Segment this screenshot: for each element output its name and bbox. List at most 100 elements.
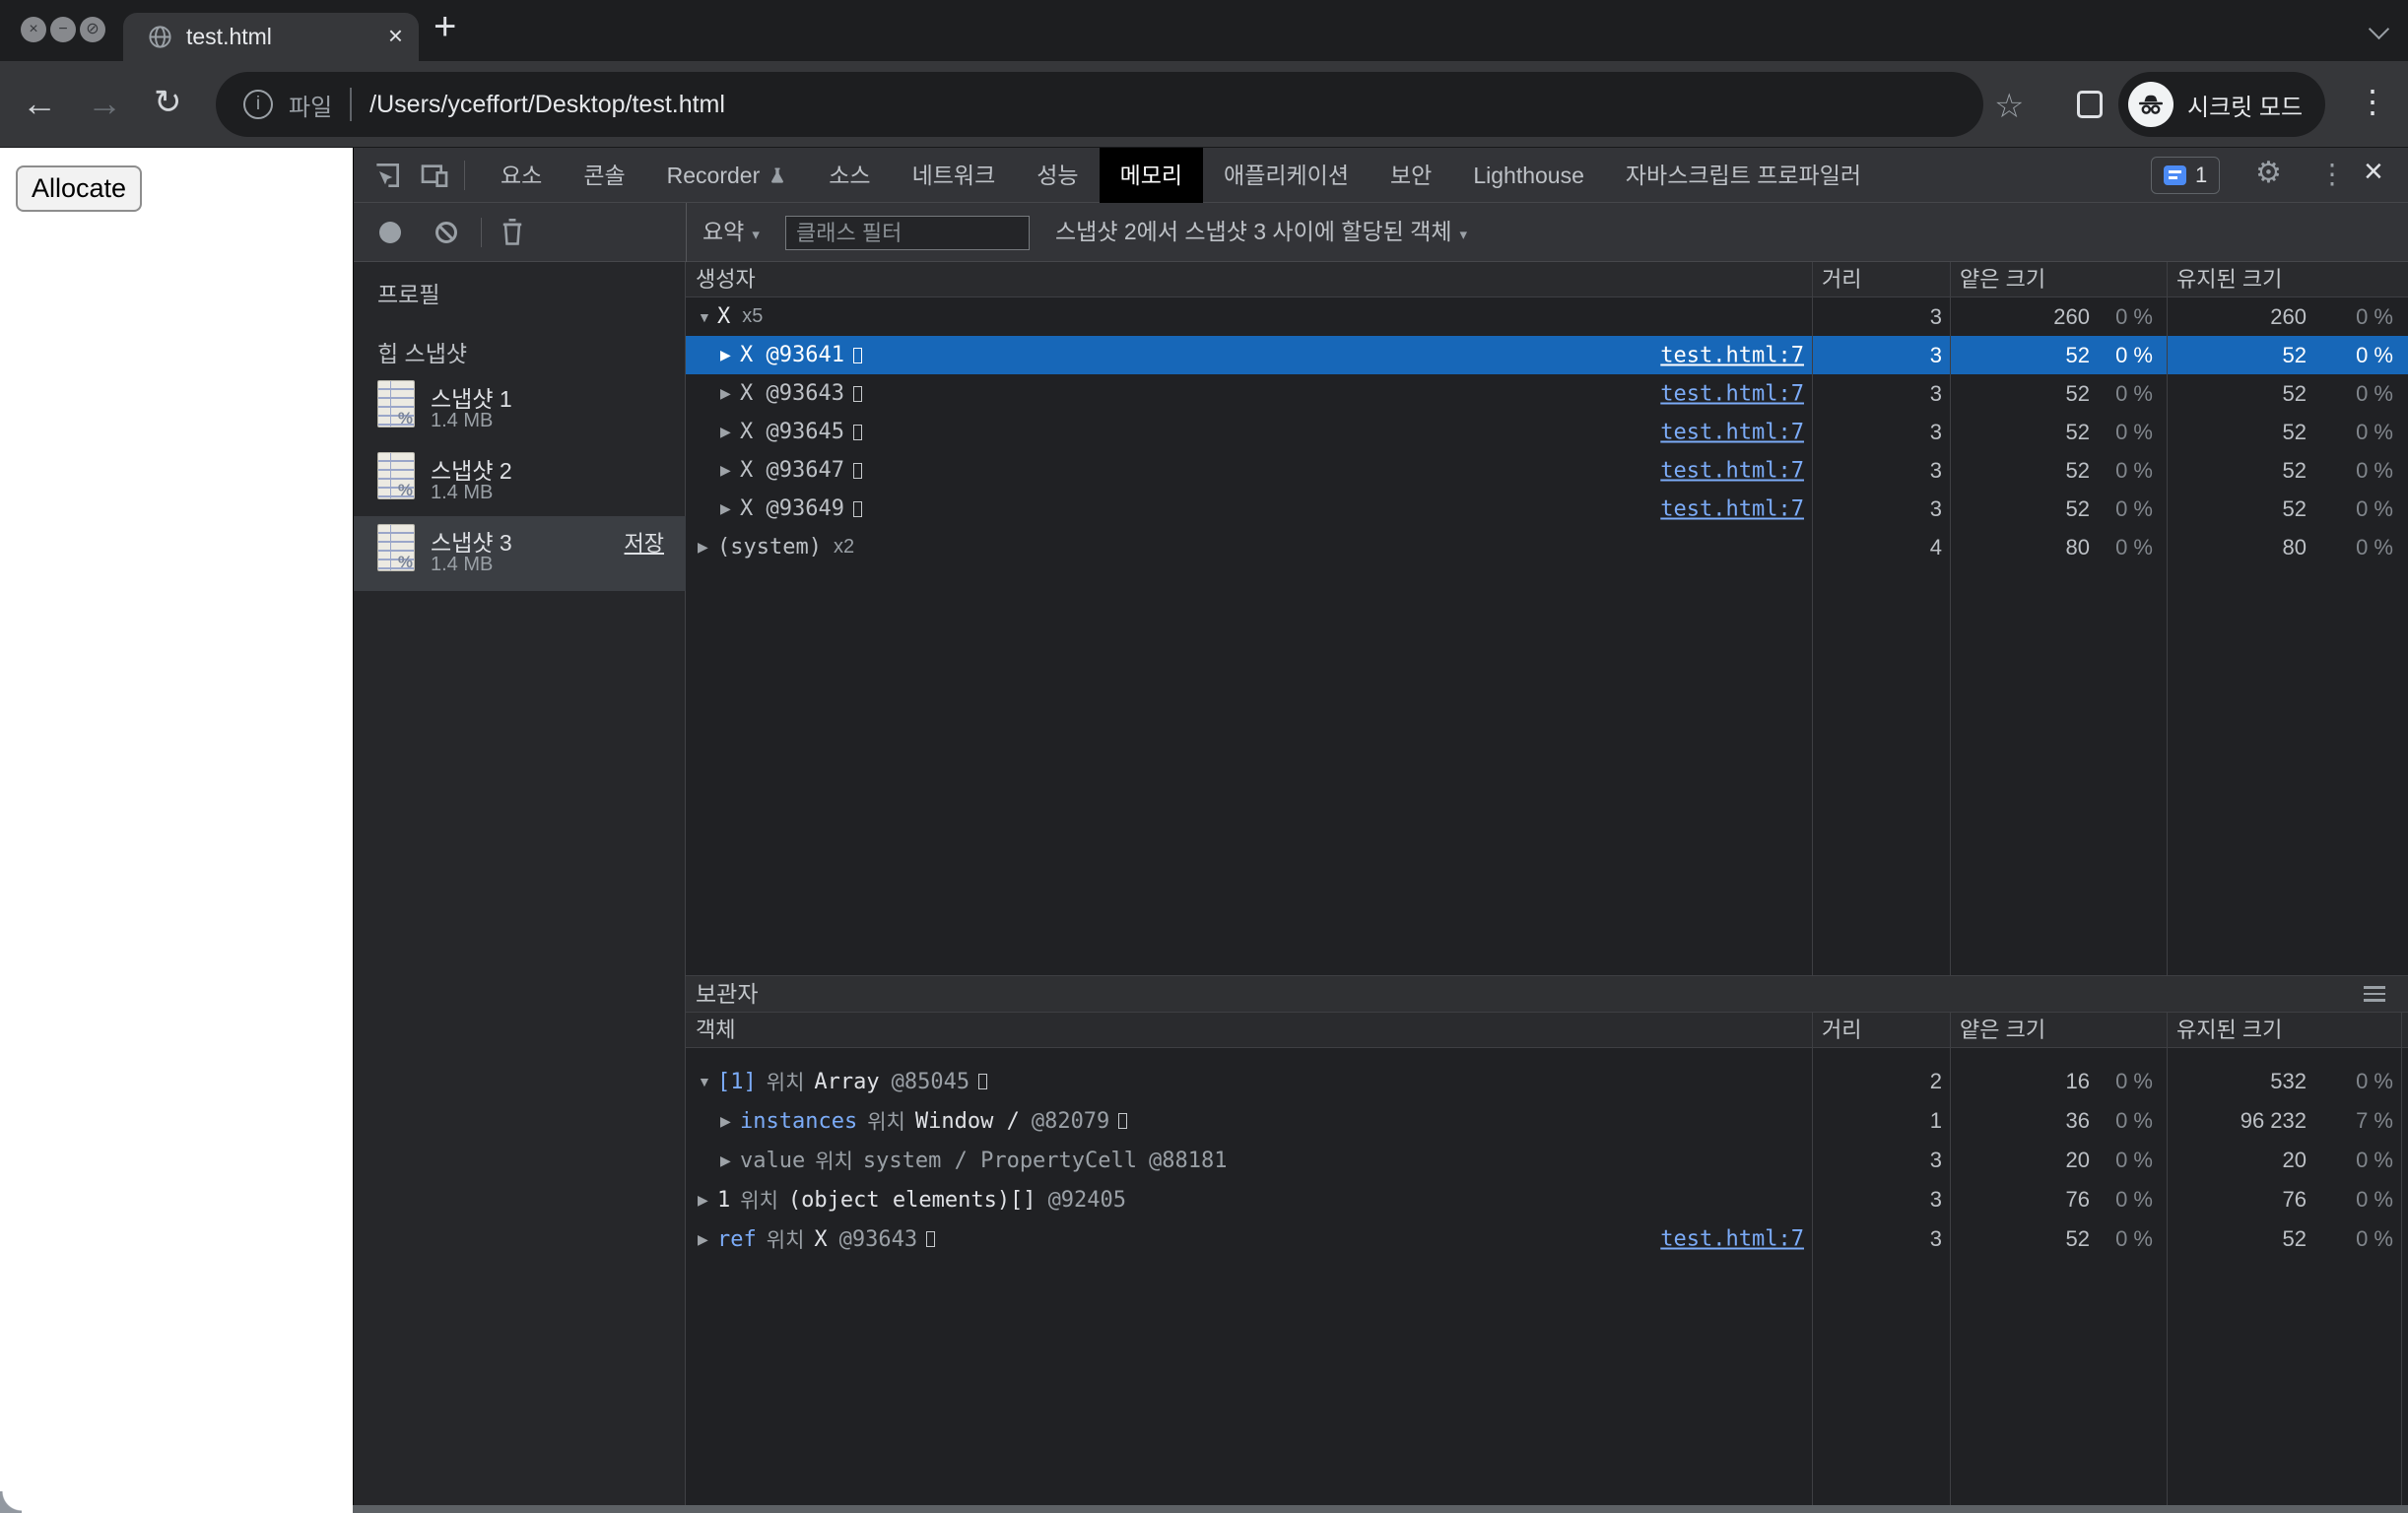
- tab-lighthouse[interactable]: Lighthouse: [1452, 148, 1605, 203]
- heap-object-row[interactable]: ▶ X @93649 test.html:7 3 52 0 % 52 0 %: [686, 490, 2408, 528]
- settings-gear-icon[interactable]: ⚙: [2255, 156, 2282, 190]
- allocation-scope-dropdown[interactable]: 스냅샷 2에서 스냅샷 3 사이에 할당된 객체 ▾: [1055, 203, 1467, 264]
- site-info-label[interactable]: 파일: [289, 88, 332, 122]
- column-object[interactable]: 객체: [696, 1013, 735, 1047]
- source-link[interactable]: test.html:7: [1660, 420, 1804, 444]
- bookmark-star-icon[interactable]: ☆: [1994, 87, 2024, 126]
- tab-close-button[interactable]: ×: [388, 21, 403, 51]
- incognito-label: 시크릿 모드: [2187, 94, 2304, 121]
- expand-arrow-icon[interactable]: ▶: [698, 1192, 717, 1209]
- new-tab-button[interactable]: +: [434, 5, 456, 49]
- tab-memory[interactable]: 메모리: [1099, 148, 1204, 203]
- heap-object-row-selected[interactable]: ▶ X @93641 test.html:7 3 52 0 % 52 0 %: [686, 336, 2408, 374]
- snapshot-item-1[interactable]: 스냅샷 1 1.4 MB: [354, 372, 686, 444]
- heap-object-row[interactable]: ▶ X @93645 test.html:7 3 52 0 % 52 0 %: [686, 413, 2408, 451]
- page-content: Allocate: [0, 148, 353, 1513]
- window-close-button[interactable]: ×: [21, 17, 46, 42]
- tab-application[interactable]: 애플리케이션: [1203, 148, 1370, 203]
- expand-arrow-icon[interactable]: ▶: [720, 462, 740, 479]
- column-divider[interactable]: [1812, 1013, 1813, 1505]
- source-link[interactable]: test.html:7: [1660, 458, 1804, 483]
- class-filter-input[interactable]: [785, 216, 1030, 250]
- reload-button[interactable]: ↻: [154, 83, 182, 122]
- tab-network[interactable]: 네트워크: [892, 148, 1017, 203]
- window-zoom-button[interactable]: ⊘: [80, 17, 105, 42]
- column-constructor[interactable]: 생성자: [696, 262, 756, 296]
- tab-javascript-profiler[interactable]: 자바스크립트 프로파일러: [1605, 148, 1882, 203]
- column-divider[interactable]: [1950, 262, 1951, 975]
- trash-icon[interactable]: [499, 218, 526, 247]
- devtools-menu-button[interactable]: ⋮: [2318, 158, 2346, 190]
- chevron-down-icon[interactable]: [2368, 18, 2390, 40]
- expand-arrow-icon[interactable]: ▶: [698, 539, 717, 556]
- globe-favicon-icon: [149, 26, 171, 48]
- tab-security[interactable]: 보안: [1370, 148, 1452, 203]
- column-divider[interactable]: [1950, 1013, 1951, 1505]
- tab-sources[interactable]: 소스: [808, 148, 891, 203]
- column-retained-size[interactable]: 유지된 크기: [2176, 1013, 2282, 1047]
- hamburger-menu-icon[interactable]: [2364, 986, 2385, 1006]
- incognito-icon: [2128, 82, 2174, 127]
- window-minimize-button[interactable]: −: [50, 17, 76, 42]
- heap-object-row[interactable]: ▶ X @93647 test.html:7 3 52 0 % 52 0 %: [686, 451, 2408, 490]
- allocate-button[interactable]: Allocate: [16, 165, 142, 212]
- profiles-sidebar: 프로필 힙 스냅샷 스냅샷 1 1.4 MB 스냅샷 2 1.4 MB 스냅샷 …: [354, 262, 686, 1505]
- address-bar[interactable]: i 파일 /Users/yceffort/Desktop/test.html: [216, 72, 1983, 137]
- tab-performance[interactable]: 성능: [1016, 148, 1099, 203]
- expand-arrow-icon[interactable]: ▶: [720, 500, 740, 517]
- tab-title: test.html: [186, 24, 272, 49]
- heap-snapshot-icon: [377, 380, 415, 428]
- heap-object-row[interactable]: ▶ X @93643 test.html:7 3 52 0 % 52 0 %: [686, 374, 2408, 413]
- source-link[interactable]: test.html:7: [1660, 381, 1804, 406]
- devtools-close-button[interactable]: ×: [2364, 153, 2383, 191]
- expand-arrow-icon[interactable]: ▶: [698, 1231, 717, 1248]
- source-link[interactable]: test.html:7: [1660, 343, 1804, 367]
- column-shallow-size[interactable]: 얕은 크기: [1960, 262, 2045, 296]
- browser-menu-button[interactable]: ⋮: [2357, 83, 2388, 120]
- collapse-arrow-icon[interactable]: ▼: [698, 309, 717, 325]
- browser-tab[interactable]: test.html ×: [123, 13, 419, 61]
- issues-counter[interactable]: 1: [2151, 157, 2221, 194]
- source-link[interactable]: test.html:7: [1660, 1227, 1804, 1252]
- expand-arrow-icon[interactable]: ▶: [720, 385, 740, 402]
- collapse-arrow-icon[interactable]: ▼: [698, 1074, 717, 1089]
- source-link[interactable]: test.html:7: [1660, 496, 1804, 521]
- column-retained-size[interactable]: 유지된 크기: [2176, 262, 2282, 296]
- clear-icon[interactable]: [435, 222, 457, 243]
- site-info-icon[interactable]: i: [243, 90, 273, 119]
- expand-arrow-icon[interactable]: ▶: [720, 347, 740, 363]
- browser-toolbar: ← → ↻ i 파일 /Users/yceffort/Desktop/test.…: [0, 61, 2408, 148]
- expand-arrow-icon[interactable]: ▶: [720, 1113, 740, 1130]
- save-snapshot-link[interactable]: 저장: [625, 526, 664, 558]
- column-divider[interactable]: [2167, 262, 2168, 975]
- inspect-element-icon[interactable]: [371, 160, 403, 191]
- record-icon[interactable]: [379, 222, 401, 243]
- back-button[interactable]: ←: [22, 83, 57, 124]
- constructor-row-system[interactable]: ▶ (system) x2 4 80 0 % 80 0 %: [686, 528, 2408, 566]
- forward-button[interactable]: →: [87, 83, 122, 124]
- tab-recorder[interactable]: Recorder: [646, 148, 809, 203]
- column-distance[interactable]: 거리: [1822, 262, 1861, 296]
- tab-console[interactable]: 콘솔: [563, 148, 645, 203]
- expand-arrow-icon[interactable]: ▶: [720, 424, 740, 440]
- retainer-row[interactable]: ▶ value 위치 system / PropertyCell @88181 3 20 0…: [686, 1141, 2408, 1180]
- expand-arrow-icon[interactable]: ▶: [720, 1152, 740, 1169]
- retainer-row[interactable]: ▶ 1 위치 (object elements)[] @92405 3 76 0 % 76 0 …: [686, 1180, 2408, 1219]
- retainer-row[interactable]: ▶ instances 위치 Window / @82079 1 36 0 % 96 232 7…: [686, 1101, 2408, 1141]
- snapshot-item-2[interactable]: 스냅샷 2 1.4 MB: [354, 444, 686, 516]
- retainer-row[interactable]: ▶ ref 위치 X @93643 test.html:7 3 52 0 % 52 0 %: [686, 1219, 2408, 1259]
- side-panel-icon[interactable]: [2077, 91, 2103, 118]
- url-text[interactable]: /Users/yceffort/Desktop/test.html: [369, 91, 725, 119]
- column-divider[interactable]: [1812, 262, 1813, 975]
- retainer-row[interactable]: ▼ [1] 위치 Array @85045 2 16 0 % 532 0 %: [686, 1062, 2408, 1101]
- device-toolbar-icon[interactable]: [419, 160, 450, 191]
- constructor-row-x[interactable]: ▼ Xx5 3 260 0 % 260 0 %: [686, 297, 2408, 336]
- snapshot-item-3[interactable]: 스냅샷 3 1.4 MB 저장: [354, 516, 686, 591]
- column-shallow-size[interactable]: 얕은 크기: [1960, 1013, 2045, 1047]
- devtools-tabs: 요소 콘솔 Recorder 소스 네트워크 성능 메모리 애플리케이션 보안 …: [480, 148, 1882, 203]
- summary-dropdown[interactable]: 요약 ▾: [702, 203, 760, 264]
- tab-elements[interactable]: 요소: [480, 148, 563, 203]
- profiles-heading: 프로필: [377, 282, 440, 307]
- column-divider[interactable]: [2167, 1013, 2168, 1505]
- column-distance[interactable]: 거리: [1822, 1013, 1861, 1047]
